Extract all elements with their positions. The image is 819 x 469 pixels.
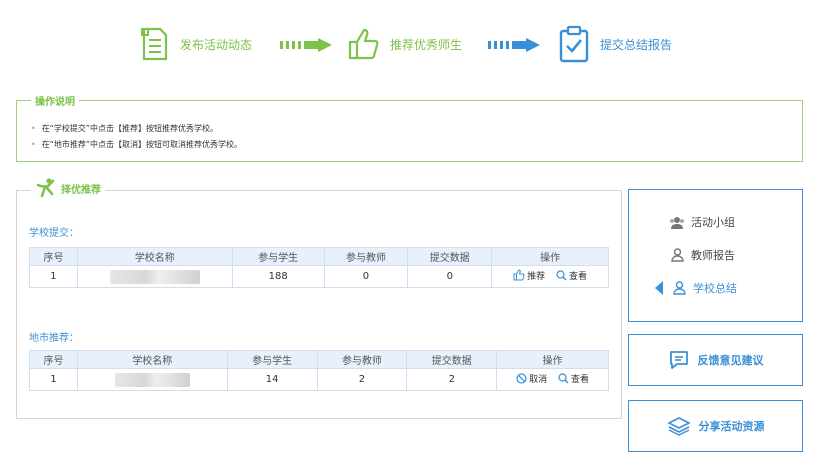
instructions-title: 操作说明 — [31, 93, 79, 108]
data-count: 0 — [407, 265, 493, 288]
col-header: 序号 — [29, 350, 78, 369]
view-label: 查看 — [571, 375, 590, 385]
col-header: 参与学生 — [231, 247, 325, 266]
cancel-icon — [516, 373, 527, 384]
side-item-school-summary[interactable]: 学校总结 — [655, 280, 737, 296]
instructions-list: • 在“学校提交”中点击【推荐】按钮推荐优秀学校。 • 在“地市推荐”中点击【取消】… — [31, 121, 242, 153]
row-actions: 取消 查看 — [496, 368, 609, 391]
col-header: 提交数据 — [407, 247, 493, 266]
thumbs-up-icon — [346, 24, 382, 64]
thumbs-up-icon — [513, 269, 525, 281]
school-section-label: 学校提交： — [29, 228, 79, 239]
process-steps: 发布活动动态 推荐优秀师生 提交总结报告 — [0, 24, 819, 68]
col-header: 参与教师 — [323, 247, 409, 266]
table-header-row: 序号 学校名称 参与学生 参与教师 提交数据 操作 — [29, 247, 609, 266]
panel-title-text: 择优推荐 — [61, 184, 101, 196]
search-icon — [558, 373, 569, 384]
instruction-text: 在“地市推荐”中点击【取消】按钮可取消推荐优秀学校。 — [41, 140, 243, 149]
col-header: 学校名称 — [76, 247, 233, 266]
city-table: 序号 学校名称 参与学生 参与教师 提交数据 操作 1 14 2 2 取消 查看 — [29, 350, 609, 391]
row-number: 1 — [29, 368, 78, 391]
search-icon — [556, 270, 567, 281]
instructions-panel: 操作说明 • 在“学校提交”中点击【推荐】按钮推荐优秀学校。 • 在“地市推荐”中点… — [16, 93, 803, 162]
col-header: 操作 — [496, 350, 609, 369]
row-actions: 推荐 查看 — [491, 265, 609, 288]
recommend-panel: 择优推荐 学校提交： 序号 学校名称 参与学生 参与教师 提交数据 操作 1 1… — [16, 177, 622, 419]
side-item-label: 教师报告 — [691, 249, 735, 262]
recommend-label: 推荐 — [527, 271, 546, 282]
arrow-right-icon — [488, 38, 540, 52]
bullet-icon: • — [31, 124, 36, 133]
student-count: 188 — [231, 265, 325, 288]
group-icon — [669, 215, 685, 229]
row-number: 1 — [29, 265, 78, 288]
step-recommend-label: 推荐优秀师生 — [390, 37, 463, 52]
side-item-label: 活动小组 — [691, 216, 735, 229]
cancel-button[interactable]: 取消 — [516, 372, 547, 385]
col-header: 提交数据 — [406, 350, 498, 369]
side-item-groups[interactable]: 活动小组 — [669, 214, 735, 230]
user-icon — [669, 248, 685, 262]
side-item-teacher-report[interactable]: 教师报告 — [669, 247, 735, 263]
recommend-button[interactable]: 推荐 — [513, 269, 545, 282]
step-report[interactable]: 提交总结报告 — [556, 24, 672, 64]
school-name-redacted — [76, 265, 233, 288]
teacher-count: 0 — [323, 265, 409, 288]
feedback-label: 反馈意见建议 — [697, 354, 764, 367]
bullet-icon: • — [31, 140, 36, 149]
data-count: 2 — [406, 368, 498, 391]
step-publish-label: 发布活动动态 — [180, 37, 253, 52]
share-label: 分享活动资源 — [698, 420, 765, 433]
col-header: 参与学生 — [226, 350, 318, 369]
instruction-item: • 在“学校提交”中点击【推荐】按钮推荐优秀学校。 — [31, 121, 242, 137]
view-button[interactable]: 查看 — [556, 269, 587, 282]
col-header: 操作 — [491, 247, 609, 266]
layers-icon — [666, 416, 691, 436]
view-button[interactable]: 查看 — [558, 372, 589, 385]
chat-icon — [668, 350, 690, 370]
panel-title: 择优推荐 — [31, 177, 105, 199]
side-nav: 活动小组 教师报告 学校总结 — [628, 189, 803, 322]
clipboard-check-icon — [556, 24, 592, 64]
step-recommend[interactable]: 推荐优秀师生 — [346, 24, 462, 64]
arrow-right-icon — [280, 38, 332, 52]
document-icon — [136, 24, 172, 64]
cancel-label: 取消 — [529, 375, 548, 385]
col-header: 序号 — [29, 247, 78, 266]
step-report-label: 提交总结报告 — [600, 37, 673, 52]
runner-icon — [36, 178, 55, 198]
table-header-row: 序号 学校名称 参与学生 参与教师 提交数据 操作 — [29, 350, 609, 369]
teacher-count: 2 — [316, 368, 408, 391]
share-resources-button[interactable]: 分享活动资源 — [628, 400, 803, 452]
view-label: 查看 — [569, 272, 588, 283]
active-caret-icon — [655, 281, 663, 295]
school-name-redacted — [76, 368, 228, 391]
redaction-blur — [109, 269, 200, 284]
instruction-item: • 在“地市推荐”中点击【取消】按钮可取消推荐优秀学校。 — [31, 137, 242, 153]
instruction-text: 在“学校提交”中点击【推荐】按钮推荐优秀学校。 — [41, 124, 219, 133]
user-icon — [671, 281, 687, 295]
step-publish[interactable]: 发布活动动态 — [136, 24, 252, 64]
col-header: 学校名称 — [76, 350, 228, 369]
feedback-button[interactable]: 反馈意见建议 — [628, 334, 803, 386]
city-section-label: 地市推荐： — [29, 333, 79, 344]
side-item-label: 学校总结 — [693, 282, 737, 295]
redaction-blur — [114, 372, 190, 387]
school-table: 序号 学校名称 参与学生 参与教师 提交数据 操作 1 188 0 0 推荐 查… — [29, 247, 609, 288]
student-count: 14 — [226, 368, 318, 391]
table-row: 1 14 2 2 取消 查看 — [29, 368, 609, 391]
table-row: 1 188 0 0 推荐 查看 — [29, 265, 609, 288]
col-header: 参与教师 — [316, 350, 408, 369]
